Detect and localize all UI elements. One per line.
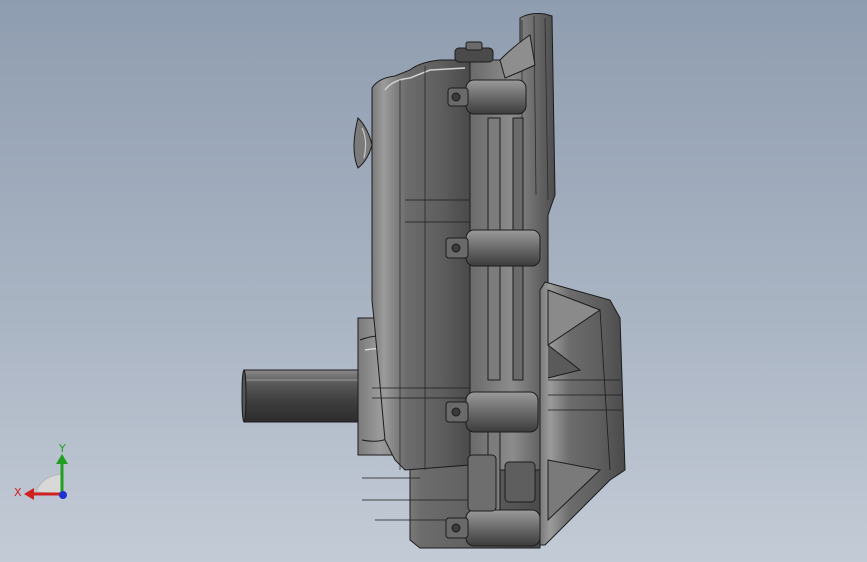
side-housing[interactable] (539, 281, 626, 546)
output-shaft[interactable] (241, 369, 359, 423)
x-axis-label: X (14, 486, 22, 499)
x-axis-arrowhead (24, 488, 34, 500)
y-axis-arrowhead (56, 454, 68, 464)
axis-triad: Y X (14, 442, 68, 500)
cad-graphics-viewport[interactable]: Y X (0, 0, 867, 562)
breather-nut[interactable] (454, 41, 494, 63)
z-axis-indicator (59, 491, 67, 499)
gearbox-3d-model[interactable] (0, 0, 867, 562)
triad-plane (35, 473, 63, 495)
y-axis-label: Y (58, 442, 66, 455)
